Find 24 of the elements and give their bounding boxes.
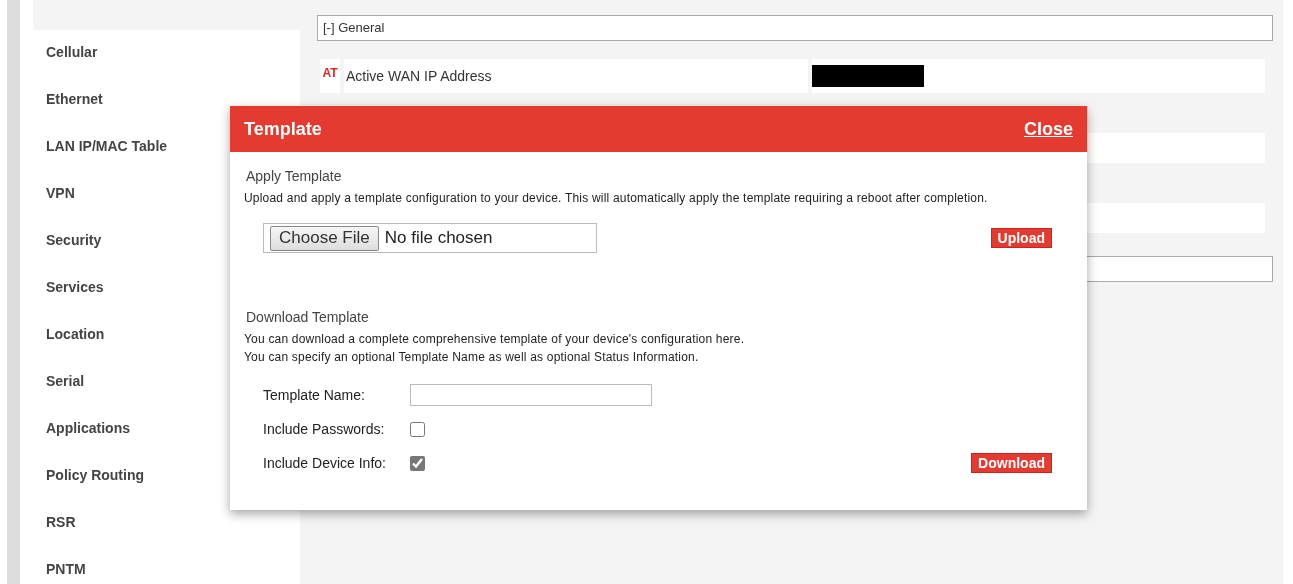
section-toggle[interactable]: [-] General xyxy=(317,15,1273,41)
description-text: Upload and apply a template configuration to your device. This will automatically apply the template requiring a reboot after completion. xyxy=(244,190,989,207)
file-status-text: No file chosen xyxy=(384,227,493,250)
section-heading: Download Template xyxy=(246,308,370,327)
field-label: Include Device Info: xyxy=(263,453,387,473)
sidebar-item[interactable]: RSR xyxy=(20,500,300,547)
close-link[interactable]: Close xyxy=(1023,115,1073,143)
description-text: You can specify an optional Template Name as well as optional Status Information. xyxy=(244,349,700,366)
input-field[interactable] xyxy=(410,384,652,406)
checkbox[interactable] xyxy=(410,421,425,437)
download-button[interactable]: Download xyxy=(971,453,1052,473)
file-field[interactable]: Choose File No file chosen xyxy=(263,223,597,253)
choose-file-button[interactable]: Choose File xyxy=(270,225,379,251)
tag-label: AT xyxy=(320,59,340,93)
section-heading: Apply Template xyxy=(246,167,343,186)
field-label: Include Passwords: xyxy=(263,419,386,439)
upload-button[interactable]: Upload xyxy=(990,228,1052,248)
table-cell: Active WAN IP Address xyxy=(344,59,808,93)
checkbox[interactable] xyxy=(410,455,425,471)
description-text: You can download a complete comprehensive template of your device's configuration here. xyxy=(244,331,746,348)
field-label: Template Name: xyxy=(263,385,366,405)
sidebar-item[interactable]: Cellular xyxy=(20,30,300,77)
sidebar-item[interactable]: PNTM xyxy=(20,547,300,584)
modal-title: Template xyxy=(244,117,322,141)
